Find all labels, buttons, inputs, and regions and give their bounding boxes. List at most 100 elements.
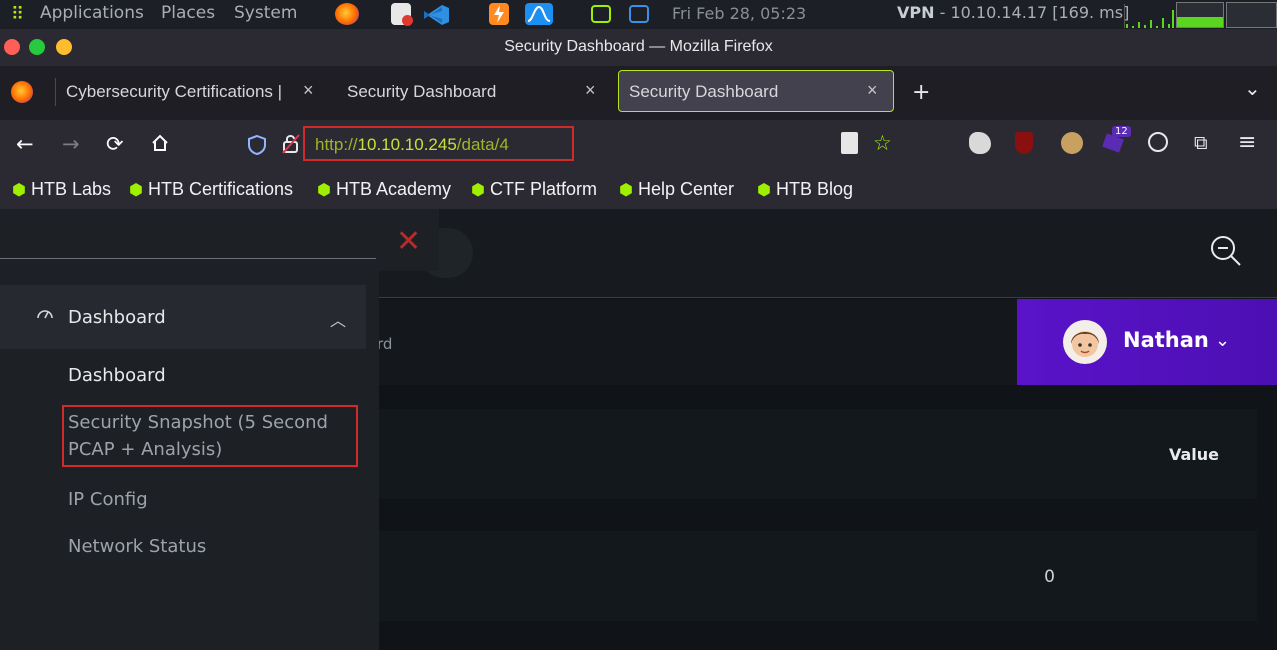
url-host: 10.10.10.245 xyxy=(357,135,457,154)
menu-places[interactable]: Places xyxy=(161,3,215,23)
zoom-out-icon[interactable] xyxy=(1209,234,1243,272)
sidebar-search: ✕ xyxy=(0,209,439,271)
tab-strip: Cybersecurity Certifications | × Securit… xyxy=(0,66,1277,120)
table-cell-value: 0 xyxy=(1044,567,1055,587)
sidebar-item-ip-config[interactable]: IP Config xyxy=(68,486,148,513)
navigation-toolbar: ← → ⟳ http://10.10.10.245/data/4 ☆ 12 ⧉ … xyxy=(0,120,1277,172)
tab-label: Security Dashboard xyxy=(629,82,779,101)
new-tab-button[interactable]: + xyxy=(912,80,930,105)
terminal-launcher-icon[interactable] xyxy=(591,5,611,23)
wireshark-launcher-icon[interactable] xyxy=(525,3,553,25)
tab-security-dashboard[interactable]: Security Dashboard × xyxy=(337,70,607,114)
memory-graph-icon xyxy=(1226,2,1277,28)
close-icon[interactable]: ✕ xyxy=(396,227,421,257)
tab-label: Cybersecurity Certifications | xyxy=(66,82,283,101)
close-icon[interactable]: × xyxy=(303,80,314,101)
sidebar: ✕ Dashboard ︿ Dashboard Security Snapsho… xyxy=(0,209,439,650)
sidebar-item-label: Security Snapshot (5 Second xyxy=(68,412,328,433)
close-icon[interactable]: × xyxy=(867,80,878,101)
bookmark-label: CTF Platform xyxy=(489,179,597,199)
vpn-value: - 10.10.14.17 [169. ms] xyxy=(934,3,1130,22)
sidebar-item-label-line2: PCAP + Analysis) xyxy=(68,439,223,460)
extension-badge: 12 xyxy=(1112,126,1131,137)
vpn-label: VPN xyxy=(897,3,935,22)
cookie-extension-icon[interactable] xyxy=(1148,132,1168,152)
bookmark-help-center[interactable]: ⬢ Help Center xyxy=(619,179,734,200)
ublock-extension-icon[interactable] xyxy=(1015,132,1033,154)
tab-cybersecurity-certifications[interactable]: Cybersecurity Certifications | × xyxy=(56,70,326,114)
vpn-status: VPN - 10.10.14.17 [169. ms] xyxy=(897,3,1129,22)
bookmark-htb-academy[interactable]: ⬢ HTB Academy xyxy=(317,179,451,200)
tab-label: Security Dashboard xyxy=(347,82,497,101)
burp-launcher-icon[interactable] xyxy=(489,3,509,25)
sidebar-group-label: Dashboard xyxy=(68,307,166,328)
bookmark-label: HTB Blog xyxy=(775,179,853,199)
window-title: Security Dashboard — Mozilla Firefox xyxy=(504,38,773,55)
column-header-value: Value xyxy=(1168,445,1219,464)
cube-icon: ⬢ xyxy=(129,182,143,199)
menu-applications[interactable]: Applications xyxy=(40,3,144,23)
avatar xyxy=(1063,320,1107,364)
url-text[interactable]: http://10.10.10.245/data/4 xyxy=(315,135,509,155)
foxyproxy-extension-icon[interactable] xyxy=(1061,132,1083,154)
tracking-shield-icon[interactable] xyxy=(247,134,267,160)
user-name: Nathan xyxy=(1123,328,1209,352)
sidebar-item-network-status[interactable]: Network Status xyxy=(68,533,206,560)
cube-icon: ⬢ xyxy=(471,182,485,199)
vscode-launcher-icon[interactable] xyxy=(421,3,449,25)
cookie-editor-extension-icon[interactable] xyxy=(969,132,991,154)
bookmark-label: Help Center xyxy=(637,179,735,199)
url-scheme: http:// xyxy=(315,135,358,154)
table-row: 0 xyxy=(379,531,1257,621)
clock: Fri Feb 28, 05:23 xyxy=(672,4,807,23)
firefox-view-icon[interactable] xyxy=(11,81,33,103)
page-header xyxy=(379,209,1277,298)
back-arrow-icon[interactable]: ← xyxy=(16,132,34,156)
sidebar-group-dashboard[interactable]: Dashboard ︿ xyxy=(0,285,366,349)
cube-icon: ⬢ xyxy=(317,182,331,199)
list-all-tabs-button[interactable]: ⌄ xyxy=(1244,76,1261,100)
tab-security-dashboard-active[interactable]: Security Dashboard × xyxy=(618,70,894,112)
chevron-up-icon: ︿ xyxy=(330,311,347,330)
bookmark-label: HTB Labs xyxy=(30,179,112,199)
cube-icon: ⬢ xyxy=(757,182,771,199)
bookmark-label: HTB Certifications xyxy=(147,179,294,199)
bookmarks-toolbar: ⬢ HTB Labs ⬢ HTB Certifications ⬢ HTB Acade… xyxy=(0,172,1277,209)
window-titlebar: Security Dashboard — Mozilla Firefox xyxy=(0,29,1277,66)
breadcrumb: rd xyxy=(377,335,393,353)
address-bar[interactable]: http://10.10.10.245/data/4 xyxy=(303,126,574,161)
user-menu[interactable]: Nathan ⌄ xyxy=(1017,299,1277,385)
app-menu-icon[interactable]: ≡ xyxy=(1238,130,1256,155)
cpu-graph-icon xyxy=(1176,2,1224,28)
sidebar-item-security-snapshot[interactable]: Security Snapshot (5 Second PCAP + Analy… xyxy=(68,409,328,463)
close-icon[interactable]: × xyxy=(585,80,596,101)
extensions-puzzle-icon[interactable]: ⧉ xyxy=(1194,132,1208,154)
powershell-launcher-icon[interactable] xyxy=(629,5,649,23)
bookmark-label: HTB Academy xyxy=(335,179,452,199)
bookmark-htb-blog[interactable]: ⬢ HTB Blog xyxy=(757,179,853,200)
table-header-row: Value xyxy=(379,409,1257,499)
cube-icon: ⬢ xyxy=(12,182,26,199)
home-icon[interactable] xyxy=(150,133,170,158)
bookmark-htb-certifications[interactable]: ⬢ HTB Certifications xyxy=(129,179,293,200)
cube-icon: ⬢ xyxy=(619,182,633,199)
bookmark-star-icon[interactable]: ☆ xyxy=(873,131,892,155)
bookmark-ctf-platform[interactable]: ⬢ CTF Platform xyxy=(471,179,597,200)
system-top-bar: ⠿ Applications Places System Fri Feb 28,… xyxy=(0,0,1277,29)
firefox-launcher-icon[interactable] xyxy=(335,3,359,25)
breadcrumb-row: rd xyxy=(377,299,1017,385)
search-input[interactable] xyxy=(0,258,376,259)
dashboard-icon xyxy=(36,307,54,325)
apps-grid-icon[interactable]: ⠿ xyxy=(11,4,24,25)
reload-icon[interactable]: ⟳ xyxy=(106,132,124,156)
network-graph-icon xyxy=(1124,4,1176,28)
url-path: /data/4 xyxy=(456,135,509,154)
menu-system[interactable]: System xyxy=(234,3,297,23)
editor-badge-icon xyxy=(402,15,413,26)
reader-view-icon[interactable] xyxy=(841,132,858,154)
insecure-lock-icon[interactable] xyxy=(281,133,301,159)
bookmark-htb-labs[interactable]: ⬢ HTB Labs xyxy=(12,179,111,200)
sidebar-item-dashboard[interactable]: Dashboard xyxy=(68,362,166,389)
chevron-down-icon: ⌄ xyxy=(1215,330,1231,351)
forward-arrow-icon[interactable]: → xyxy=(62,132,80,156)
